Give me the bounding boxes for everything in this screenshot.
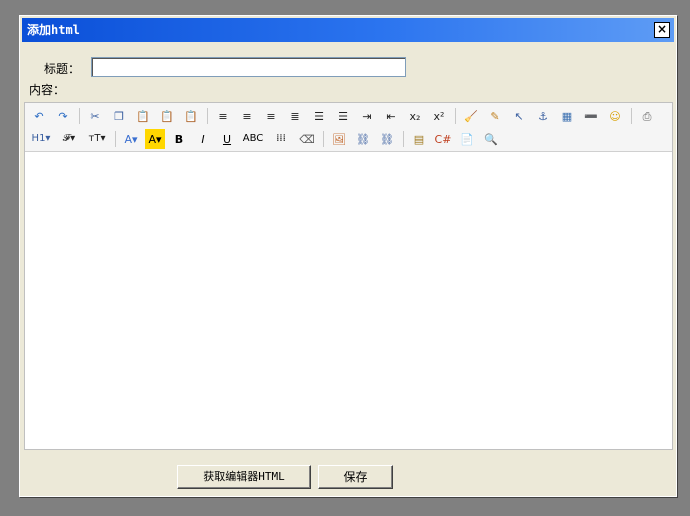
preview-icon[interactable]: 🔍 — [481, 129, 501, 149]
link-icon[interactable]: ⛓ — [353, 129, 373, 149]
toolbar-separator — [323, 131, 324, 147]
title-input[interactable] — [91, 57, 406, 77]
dialog-titlebar[interactable]: 添加html × — [22, 18, 674, 42]
font-color-icon[interactable]: A▾ — [121, 129, 141, 149]
add-html-dialog: 添加html × 标题： 内容： ↶ ↷ ✂ ❐ 📋 📋 📋 ≡ ≡ ≡ ≣ ☰ ☰ ⇥ ⇤ x₂ x² 🧹 ✎ ↖ ⚓… — [19, 15, 677, 497]
align-left-icon[interactable]: ≡ — [213, 106, 233, 126]
underline-icon[interactable]: U — [217, 129, 237, 149]
toolbar-separator — [631, 108, 632, 124]
redo-icon[interactable]: ↷ — [53, 106, 73, 126]
cursor-icon[interactable]: ↖ — [509, 106, 529, 126]
editor-content-area[interactable] — [25, 152, 672, 449]
bold-icon[interactable]: B — [169, 129, 189, 149]
source-html-icon[interactable]: ▤ — [409, 129, 429, 149]
content-label: 内容： — [29, 83, 66, 97]
save-button[interactable]: 保存 — [318, 465, 393, 489]
toolbar-separator — [455, 108, 456, 124]
subscript-icon[interactable]: x₂ — [405, 106, 425, 126]
undo-icon[interactable]: ↶ — [29, 106, 49, 126]
paste-text-icon[interactable]: 📋 — [157, 106, 177, 126]
align-center-icon[interactable]: ≡ — [237, 106, 257, 126]
outdent-icon[interactable]: ⇤ — [381, 106, 401, 126]
align-right-icon[interactable]: ≡ — [261, 106, 281, 126]
superscript-icon[interactable]: x² — [429, 106, 449, 126]
title-label: 标题： — [44, 62, 81, 76]
eraser-icon[interactable]: ⌫ — [297, 129, 317, 149]
font-size-icon[interactable]: тT▾ — [85, 129, 109, 149]
toolbar-separator — [79, 108, 80, 124]
line-height-icon[interactable]: ⁞⁞⁞ — [269, 129, 293, 149]
select-all-icon[interactable]: ✎ — [485, 106, 505, 126]
ordered-list-icon[interactable]: ☰ — [309, 106, 329, 126]
get-editor-html-button[interactable]: 获取编辑器HTML — [177, 465, 311, 489]
copy-icon[interactable]: ❐ — [109, 106, 129, 126]
emoticon-icon[interactable]: ☺ — [605, 106, 625, 126]
italic-icon[interactable]: I — [193, 129, 213, 149]
toolbar-row-2: H1▾ 𝓕▾ тT▾ A▾ A▾ B I U ABC ⁞⁞⁞ ⌫ 🖼 ⛓ ⛓ ▤ C# 📄 🔍 — [29, 128, 505, 150]
close-button[interactable]: × — [654, 22, 670, 38]
unlink-icon[interactable]: ⛓ — [377, 129, 397, 149]
font-family-icon[interactable]: 𝓕▾ — [57, 129, 81, 149]
unordered-list-icon[interactable]: ☰ — [333, 106, 353, 126]
highlight-color-icon[interactable]: A▾ — [145, 129, 165, 149]
toolbar-separator — [115, 131, 116, 147]
heading-icon[interactable]: H1▾ — [29, 129, 53, 149]
indent-icon[interactable]: ⇥ — [357, 106, 377, 126]
dialog-title: 添加html — [27, 23, 80, 37]
paste-word-icon[interactable]: 📋 — [181, 106, 201, 126]
code-icon[interactable]: C# — [433, 129, 453, 149]
html-editor: ↶ ↷ ✂ ❐ 📋 📋 📋 ≡ ≡ ≡ ≣ ☰ ☰ ⇥ ⇤ x₂ x² 🧹 ✎ ↖ ⚓ ▦ ➖ ☺ ⎙ H1▾ 𝓕▾ тT▾ A▾ A▾… — [24, 102, 673, 450]
cut-icon[interactable]: ✂ — [85, 106, 105, 126]
align-justify-icon[interactable]: ≣ — [285, 106, 305, 126]
clear-format-icon[interactable]: 🧹 — [461, 106, 481, 126]
print-icon[interactable]: ⎙ — [637, 106, 657, 126]
strikethrough-icon[interactable]: ABC — [241, 129, 265, 149]
horizontal-rule-icon[interactable]: ➖ — [581, 106, 601, 126]
image-icon[interactable]: 🖼 — [329, 129, 349, 149]
table-icon[interactable]: ▦ — [557, 106, 577, 126]
toolbar-separator — [207, 108, 208, 124]
toolbar-separator — [403, 131, 404, 147]
toolbar-row-1: ↶ ↷ ✂ ❐ 📋 📋 📋 ≡ ≡ ≡ ≣ ☰ ☰ ⇥ ⇤ x₂ x² 🧹 ✎ ↖ ⚓ ▦ ➖ ☺ ⎙ — [29, 105, 661, 127]
template-icon[interactable]: 📄 — [457, 129, 477, 149]
anchor-icon[interactable]: ⚓ — [533, 106, 553, 126]
paste-icon[interactable]: 📋 — [133, 106, 153, 126]
editor-toolbar: ↶ ↷ ✂ ❐ 📋 📋 📋 ≡ ≡ ≡ ≣ ☰ ☰ ⇥ ⇤ x₂ x² 🧹 ✎ ↖ ⚓ ▦ ➖ ☺ ⎙ H1▾ 𝓕▾ тT▾ A▾ A▾… — [25, 103, 672, 152]
